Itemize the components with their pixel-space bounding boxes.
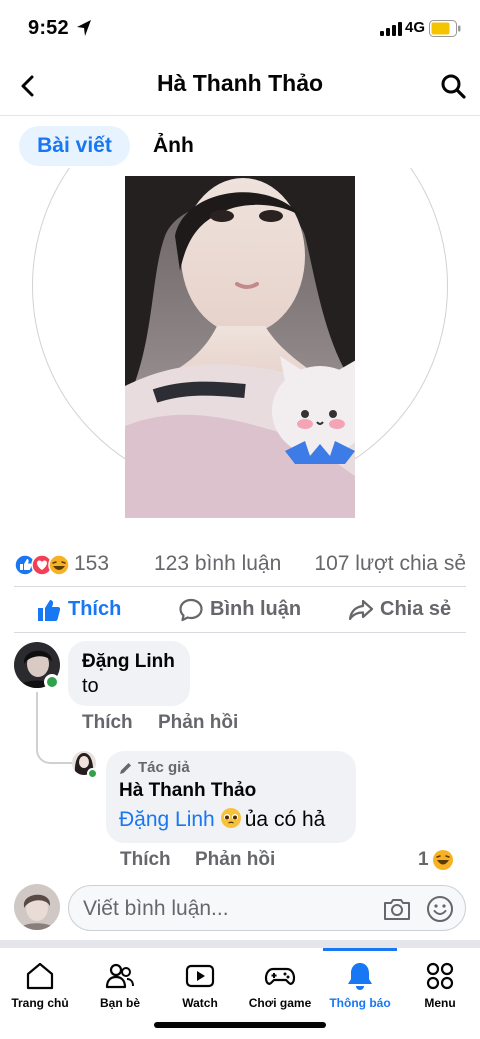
reply-message: ủa có hả bbox=[244, 808, 326, 831]
share-label: Chia sẻ bbox=[380, 598, 452, 620]
comment-label: Bình luận bbox=[210, 598, 302, 620]
reaction-summary[interactable]: 153 123 bình luận 107 lượt chia sẻ bbox=[14, 550, 466, 580]
friends-icon bbox=[105, 963, 134, 989]
status-time: 9:52 bbox=[28, 17, 69, 39]
camera-icon[interactable] bbox=[382, 894, 412, 924]
network-label: 4G bbox=[405, 19, 426, 36]
page-title: Hà Thanh Thảo bbox=[156, 70, 324, 96]
tab-notifications[interactable]: Thông báo bbox=[320, 958, 400, 1018]
post-photo[interactable] bbox=[125, 176, 355, 518]
reply-text: Đặng Linh ủa có hả bbox=[119, 807, 325, 832]
tab-label: Chơi game bbox=[248, 996, 312, 1010]
status-bar: 9:52 4G bbox=[0, 0, 480, 56]
post-action-bar: Thích Bình luận Chia sẻ bbox=[14, 586, 466, 633]
my-avatar[interactable] bbox=[14, 884, 60, 930]
reply-like-link[interactable]: Thích bbox=[120, 849, 171, 871]
share-arrow-icon bbox=[348, 599, 374, 621]
tab-home[interactable]: Trang chủ bbox=[0, 958, 80, 1018]
comment-bubble[interactable]: Đặng Linh to bbox=[68, 641, 190, 706]
reply-reaction-count[interactable]: 1 bbox=[418, 849, 429, 871]
signal-icon bbox=[380, 22, 402, 36]
comment-button[interactable]: Bình luận bbox=[178, 597, 318, 623]
online-status-dot bbox=[87, 768, 98, 779]
share-count[interactable]: 107 lượt chia sẻ bbox=[314, 552, 466, 576]
tab-friends[interactable]: Bạn bè bbox=[80, 958, 160, 1018]
tab-label: Menu bbox=[424, 996, 456, 1010]
tab-label: Trang chủ bbox=[11, 996, 69, 1010]
reply-bubble[interactable]: Tác giả Hà Thanh Thảo Đặng Linh ủa có hả bbox=[106, 751, 356, 843]
watch-icon bbox=[185, 964, 215, 988]
author-badge: Tác giả bbox=[138, 759, 190, 776]
tab-gaming[interactable]: Chơi game bbox=[240, 958, 320, 1018]
tab-watch[interactable]: Watch bbox=[160, 958, 240, 1018]
comment-bubble-icon bbox=[179, 598, 203, 622]
reaction-icons bbox=[14, 554, 70, 576]
pencil-icon bbox=[120, 763, 131, 774]
reaction-count: 153 bbox=[74, 552, 110, 575]
avatar-image bbox=[14, 884, 60, 930]
comment-composer: Viết bình luận... bbox=[0, 878, 480, 940]
online-status-dot bbox=[44, 674, 60, 690]
comment-reply-link[interactable]: Phản hồi bbox=[158, 712, 238, 734]
tab-bar-divider bbox=[0, 940, 480, 948]
like-button[interactable]: Thích bbox=[36, 597, 146, 623]
comment-author[interactable]: Đặng Linh bbox=[82, 651, 175, 673]
nav-header: Hà Thanh Thảo bbox=[0, 56, 480, 116]
tab-posts[interactable]: Bài viết bbox=[19, 126, 130, 166]
reply-author[interactable]: Hà Thanh Thảo bbox=[119, 780, 256, 802]
home-icon bbox=[26, 962, 54, 990]
home-indicator bbox=[154, 1022, 326, 1028]
post-media bbox=[0, 168, 480, 528]
bell-icon bbox=[348, 963, 372, 990]
tab-label: Bạn bè bbox=[99, 996, 140, 1010]
comment-count[interactable]: 123 bình luận bbox=[154, 552, 281, 576]
haha-reaction-icon bbox=[433, 850, 453, 870]
tab-menu[interactable]: Menu bbox=[400, 958, 480, 1018]
thumbs-up-icon bbox=[38, 600, 61, 621]
active-tab-indicator bbox=[323, 948, 397, 951]
pleading-face-emoji-icon bbox=[220, 808, 241, 828]
comment-placeholder: Viết bình luận... bbox=[83, 897, 229, 920]
portrait-image bbox=[125, 176, 355, 518]
tab-label: Watch bbox=[182, 996, 218, 1010]
like-label: Thích bbox=[68, 598, 122, 620]
battery-icon bbox=[429, 20, 461, 37]
location-arrow-icon bbox=[77, 20, 91, 36]
tab-photos[interactable]: Ảnh bbox=[153, 126, 194, 166]
menu-grid-icon bbox=[426, 962, 454, 990]
comment-input[interactable]: Viết bình luận... bbox=[68, 885, 466, 931]
tab-label: Thông báo bbox=[329, 996, 391, 1010]
share-button[interactable]: Chia sẻ bbox=[348, 597, 468, 623]
comment-like-link[interactable]: Thích bbox=[82, 712, 133, 734]
search-icon[interactable] bbox=[439, 72, 467, 100]
reply-reply-link[interactable]: Phản hồi bbox=[195, 849, 275, 871]
emoji-smile-icon[interactable] bbox=[425, 894, 455, 924]
gaming-icon bbox=[264, 967, 296, 985]
comment-text: to bbox=[82, 675, 99, 697]
mention-link[interactable]: Đặng Linh bbox=[119, 808, 215, 831]
